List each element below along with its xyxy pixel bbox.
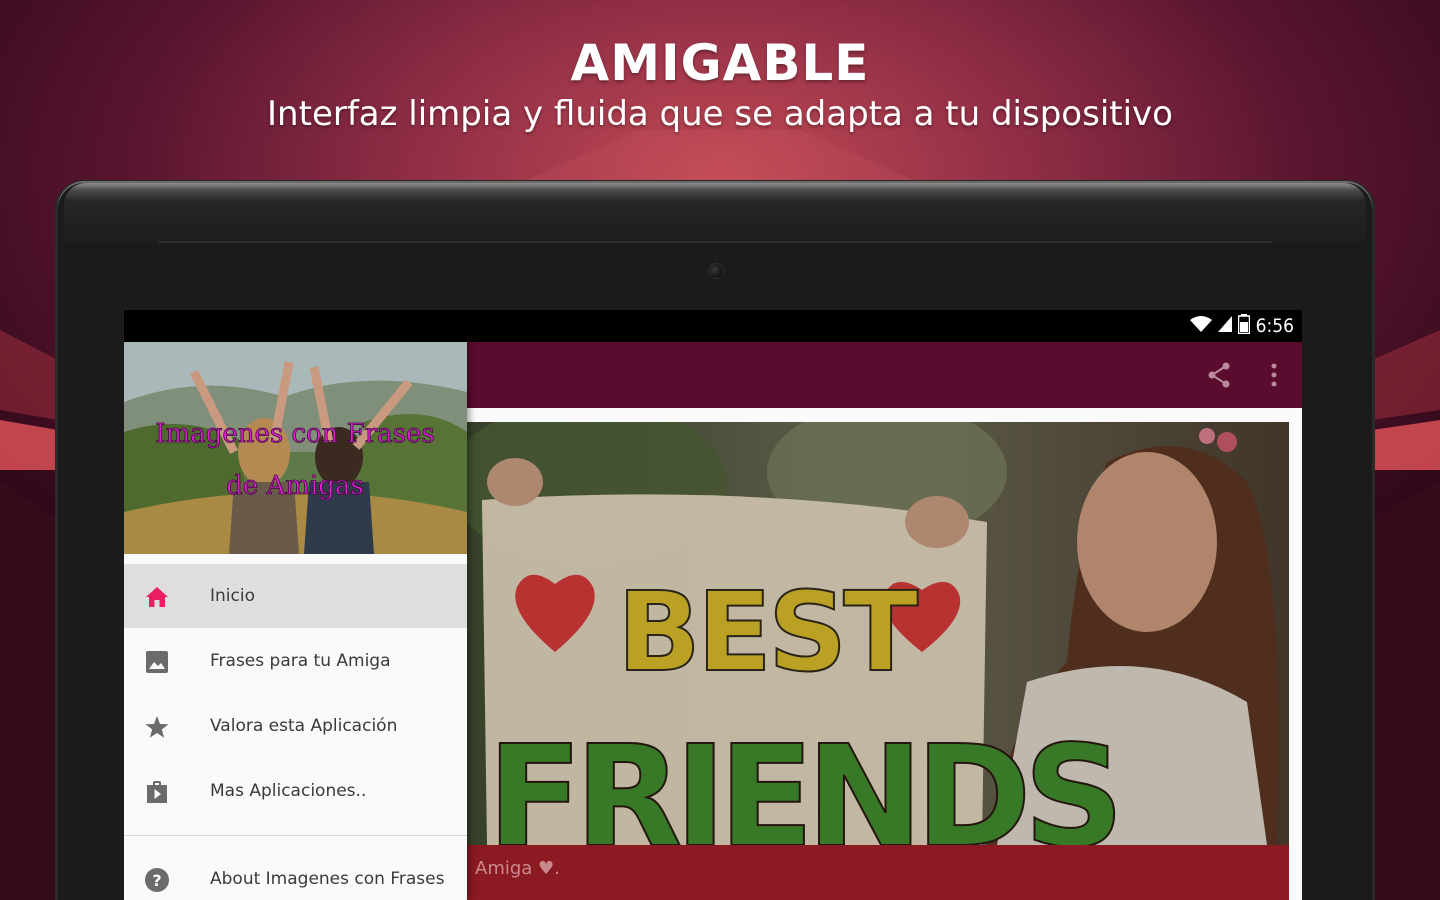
drawer-item-label: Frases para tu Amiga: [210, 651, 391, 671]
drawer-item-label: Valora esta Aplicación: [210, 716, 398, 736]
image-card[interactable]: BEST FRIENDS Amiga ♥.: [467, 422, 1289, 900]
front-camera: [708, 263, 724, 279]
main-content: BEST FRIENDS Amiga ♥.: [467, 408, 1302, 900]
drawer-item-inicio[interactable]: Inicio: [124, 564, 467, 628]
drawer-header: Imagenes con Frases de Amigas: [124, 342, 467, 554]
status-time: 6:56: [1255, 315, 1294, 337]
promo-headline: AMIGABLE: [570, 34, 870, 92]
image-icon: [144, 649, 170, 675]
navigation-drawer: Imagenes con Frases de Amigas Inicio Fra…: [124, 342, 467, 900]
signal-icon: [1217, 316, 1232, 336]
status-icons: 6:56: [1189, 314, 1294, 338]
shop-icon: [144, 779, 170, 805]
drawer-header-image: Imagenes con Frases de Amigas: [124, 342, 467, 554]
drawer-divider: [124, 835, 467, 836]
tablet-bezel-line: [158, 241, 1272, 243]
battery-icon: [1237, 314, 1250, 338]
drawer-item-label: About Imagenes con Frases: [210, 869, 445, 889]
best-friends-photo: BEST FRIENDS: [467, 422, 1289, 845]
star-icon: [144, 714, 170, 740]
promo-subline: Interfaz limpia y fluida que se adapta a…: [267, 94, 1173, 134]
drawer-item-about[interactable]: ? About Imagenes con Frases: [124, 847, 467, 900]
drawer-header-title-line2: de Amigas: [226, 471, 364, 501]
card-caption: Amiga ♥.: [475, 858, 560, 879]
drawer-item-mas-aplicaciones[interactable]: Mas Aplicaciones..: [124, 759, 467, 823]
home-icon: [144, 584, 170, 610]
drawer-item-label: Inicio: [210, 586, 255, 606]
overflow-menu-icon[interactable]: [1259, 360, 1289, 390]
status-bar: 6:56: [124, 310, 1302, 342]
help-icon: ?: [144, 867, 170, 893]
share-icon[interactable]: [1204, 360, 1234, 390]
app-bar: [467, 342, 1302, 408]
drawer-item-label: Mas Aplicaciones..: [210, 781, 367, 801]
drawer-item-valora[interactable]: Valora esta Aplicación: [124, 694, 467, 758]
svg-text:?: ?: [152, 871, 161, 890]
drawer-item-frases[interactable]: Frases para tu Amiga: [124, 629, 467, 693]
drawer-header-title-line1: Imagenes con Frases: [155, 419, 434, 449]
device-screen: 6:56 BEST FRIENDS Amiga ♥. Imagenes con …: [124, 310, 1302, 900]
tablet-bezel-top: [64, 183, 1366, 243]
wifi-icon: [1189, 315, 1212, 337]
